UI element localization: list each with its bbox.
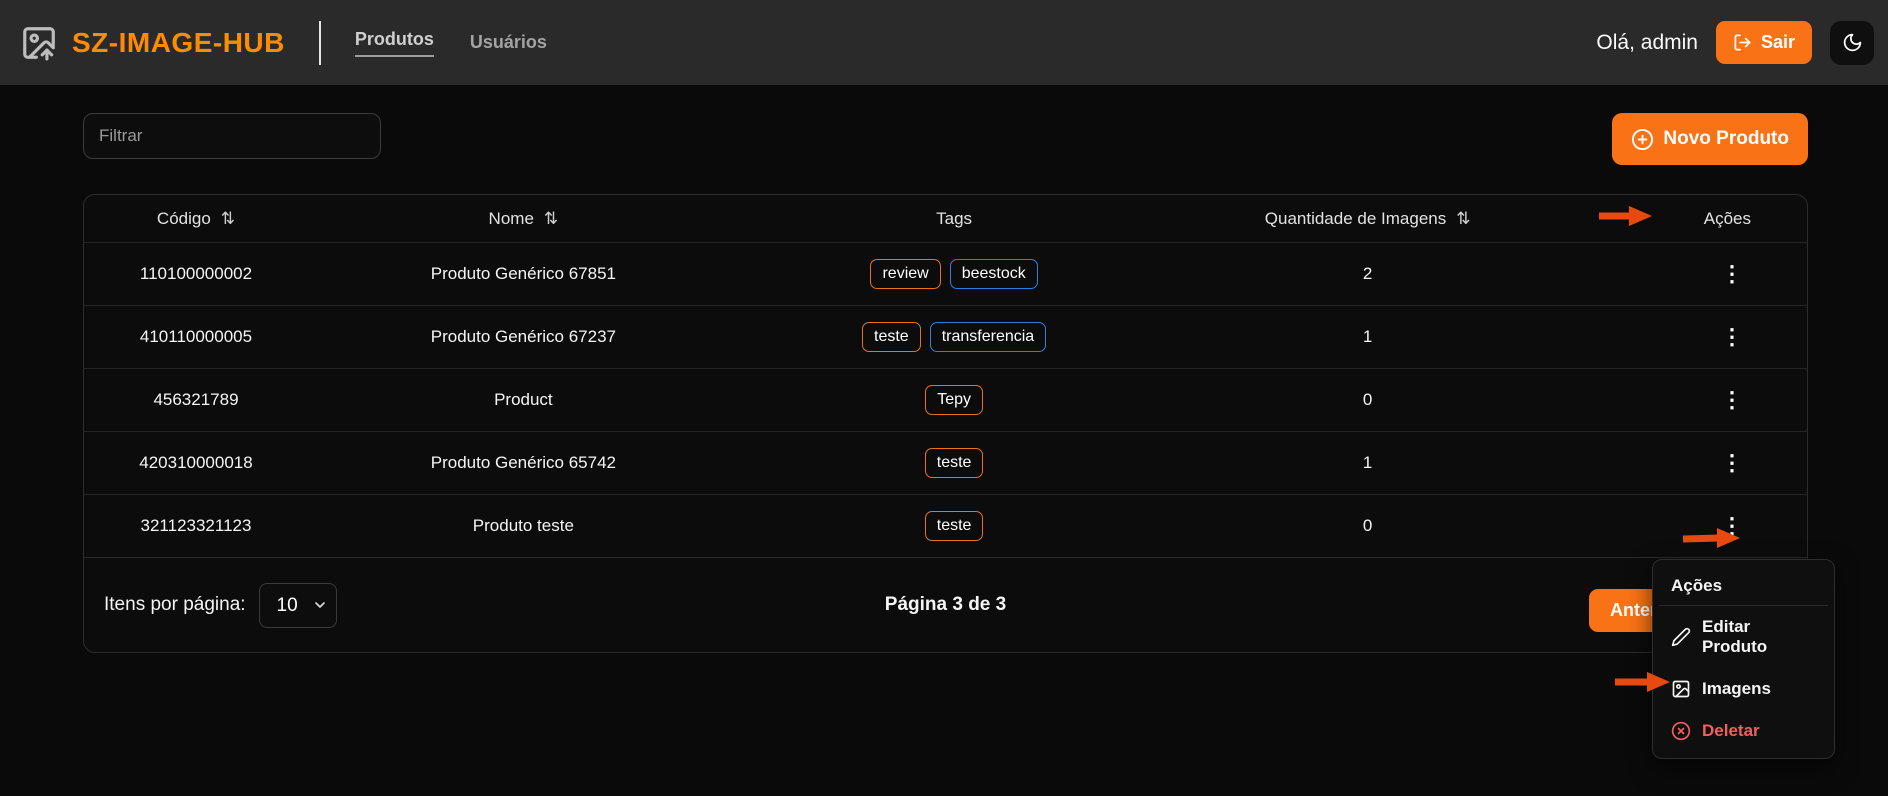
products-table-card: Código ⇅ Nome ⇅ Tags Quantidade de Image…	[83, 194, 1808, 653]
table-header-row: Código ⇅ Nome ⇅ Tags Quantidade de Image…	[84, 195, 1807, 242]
menu-item-deletar[interactable]: Deletar	[1659, 710, 1828, 752]
items-per-page-label: Itens por página:	[104, 594, 246, 616]
image-icon	[1671, 679, 1691, 699]
column-header-label: Ações	[1704, 209, 1751, 229]
logout-button[interactable]: Sair	[1716, 21, 1812, 64]
menu-item-editar-produto[interactable]: Editar Produto	[1659, 606, 1828, 668]
nav-link-usuarios[interactable]: Usuários	[470, 32, 547, 53]
new-product-button[interactable]: Novo Produto	[1612, 113, 1808, 165]
column-header-acoes: Ações	[1566, 209, 1807, 229]
items-per-page-select[interactable]: 10	[259, 583, 337, 628]
user-greeting: Olá, admin	[1596, 31, 1698, 55]
cell-tags: review beestock	[739, 259, 1170, 289]
image-up-logo-icon	[20, 24, 58, 62]
row-actions-menu-button[interactable]: ⋮	[1715, 322, 1749, 352]
column-header-label: Nome	[489, 209, 534, 229]
column-header-quantidade[interactable]: Quantidade de Imagens ⇅	[1169, 209, 1565, 229]
table-row: 321123321123Produto teste teste 0 ⋮	[84, 494, 1807, 557]
cell-actions: ⋮	[1566, 259, 1807, 289]
table-row: 420310000018Produto Genérico 65742 teste 1…	[84, 431, 1807, 494]
theme-toggle-button[interactable]	[1830, 21, 1874, 65]
row-actions-menu-button[interactable]: ⋮	[1715, 385, 1749, 415]
column-header-label: Código	[157, 209, 211, 229]
cell-code: 110100000002	[84, 264, 308, 284]
menu-item-label: Deletar	[1702, 721, 1760, 741]
column-header-codigo[interactable]: Código ⇅	[84, 209, 308, 229]
cell-code: 321123321123	[84, 516, 308, 536]
sort-icon-nome[interactable]: ⇅	[544, 209, 558, 229]
plus-circle-icon	[1631, 128, 1654, 151]
circle-x-icon	[1671, 721, 1691, 741]
cell-tags: teste transferencia	[739, 322, 1170, 352]
tag-badge: teste	[862, 322, 921, 352]
cell-code: 456321789	[84, 390, 308, 410]
cell-image-count: 1	[1169, 453, 1565, 473]
navbar: SZ-IMAGE-HUB Produtos Usuários Olá, admi…	[0, 0, 1888, 85]
tag-badge: beestock	[950, 259, 1038, 289]
cell-tags: teste	[739, 448, 1170, 478]
cell-actions: ⋮	[1566, 385, 1807, 415]
row-actions-context-menu: Ações Editar Produto Imagens Deletar	[1652, 559, 1835, 759]
filter-input[interactable]	[83, 113, 381, 159]
menu-item-label: Editar Produto	[1702, 617, 1816, 657]
nav-links: Produtos Usuários	[355, 29, 547, 57]
column-header-label: Tags	[936, 209, 972, 229]
cell-tags: teste	[739, 511, 1170, 541]
column-header-tags: Tags	[739, 209, 1170, 229]
cell-image-count: 0	[1169, 390, 1565, 410]
nav-divider	[319, 21, 321, 65]
table-row: 410110000005Produto Genérico 67237 testet…	[84, 305, 1807, 368]
table-row: 456321789Product Tepy 0 ⋮	[84, 368, 1807, 431]
menu-item-imagens[interactable]: Imagens	[1659, 668, 1828, 710]
row-actions-menu-button[interactable]: ⋮	[1715, 259, 1749, 289]
tag-badge: teste	[925, 511, 984, 541]
cell-tags: Tepy	[739, 385, 1170, 415]
page-indicator: Página 3 de 3	[885, 594, 1006, 616]
menu-item-label: Imagens	[1702, 679, 1771, 699]
nav-link-produtos[interactable]: Produtos	[355, 29, 434, 57]
moon-icon	[1842, 32, 1863, 53]
cell-actions: ⋮	[1566, 322, 1807, 352]
cell-code: 410110000005	[84, 327, 308, 347]
cell-image-count: 0	[1169, 516, 1565, 536]
cell-name: Product	[308, 390, 739, 410]
cell-actions: ⋮	[1566, 448, 1807, 478]
column-header-label: Quantidade de Imagens	[1265, 209, 1446, 229]
context-menu-title: Ações	[1659, 566, 1828, 606]
app-title: SZ-IMAGE-HUB	[72, 27, 285, 59]
table-row: 110100000002Produto Genérico 67851review…	[84, 242, 1807, 305]
logout-icon	[1733, 33, 1752, 52]
row-actions-menu-button[interactable]: ⋮	[1715, 511, 1749, 541]
cell-name: Produto Genérico 67851	[308, 264, 739, 284]
tag-badge: transferencia	[930, 322, 1047, 352]
table-body: 110100000002Produto Genérico 67851review…	[84, 242, 1807, 557]
pagination-bar: Itens por página: 10 Página 3 de 3 Anter…	[84, 557, 1807, 652]
context-menu-items: Editar Produto Imagens Deletar	[1659, 606, 1828, 752]
tag-badge: Tepy	[925, 385, 983, 415]
cell-image-count: 1	[1169, 327, 1565, 347]
items-per-page-select-wrap: 10	[259, 583, 337, 628]
pencil-icon	[1671, 627, 1691, 647]
tag-badge: review	[870, 259, 940, 289]
cell-actions: ⋮	[1566, 511, 1807, 541]
sort-icon-quantidade[interactable]: ⇅	[1456, 209, 1470, 229]
row-actions-menu-button[interactable]: ⋮	[1715, 448, 1749, 478]
cell-name: Produto Genérico 65742	[308, 453, 739, 473]
logout-button-label: Sair	[1761, 32, 1795, 53]
tag-badge: teste	[925, 448, 984, 478]
column-header-nome[interactable]: Nome ⇅	[308, 209, 739, 229]
cell-name: Produto Genérico 67237	[308, 327, 739, 347]
cell-code: 420310000018	[84, 453, 308, 473]
cell-name: Produto teste	[308, 516, 739, 536]
new-product-button-label: Novo Produto	[1663, 128, 1789, 150]
sort-icon-codigo[interactable]: ⇅	[221, 209, 235, 229]
navbar-right: Olá, admin Sair	[1596, 21, 1874, 65]
cell-image-count: 2	[1169, 264, 1565, 284]
toolbar: Novo Produto	[83, 113, 1808, 165]
app-root: SZ-IMAGE-HUB Produtos Usuários Olá, admi…	[0, 0, 1888, 796]
